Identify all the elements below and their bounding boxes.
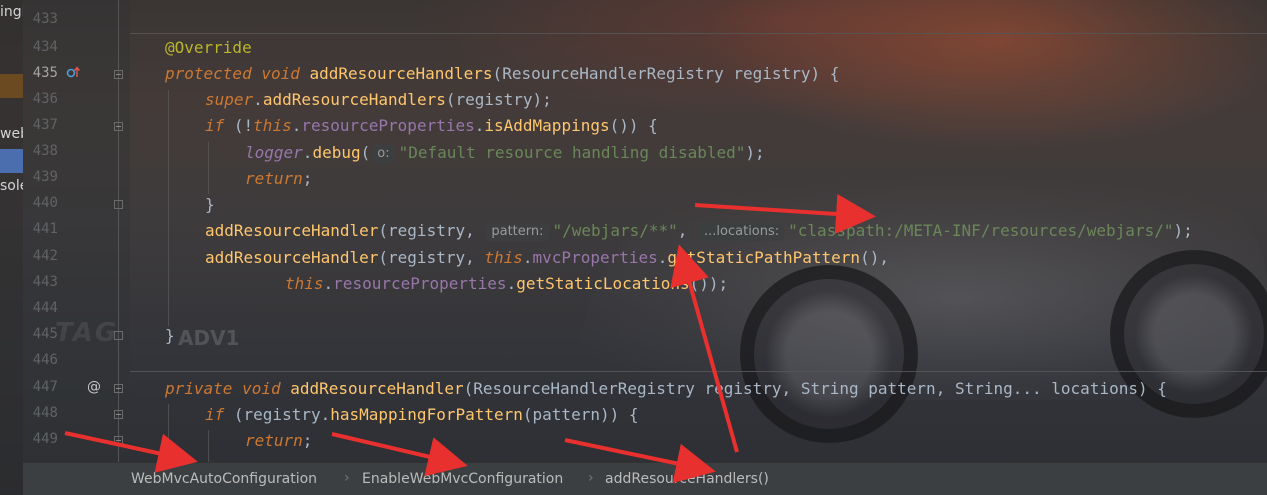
arrow-to-classpath: [694, 194, 876, 234]
arrow-to-breadcrumb-3: [564, 438, 716, 484]
annotation-arrows: [64, 194, 876, 484]
arrow-to-breadcrumb-2: [331, 432, 468, 477]
arrow-to-breadcrumb-1: [64, 431, 198, 473]
arrow-to-mvc-properties: [670, 244, 739, 453]
